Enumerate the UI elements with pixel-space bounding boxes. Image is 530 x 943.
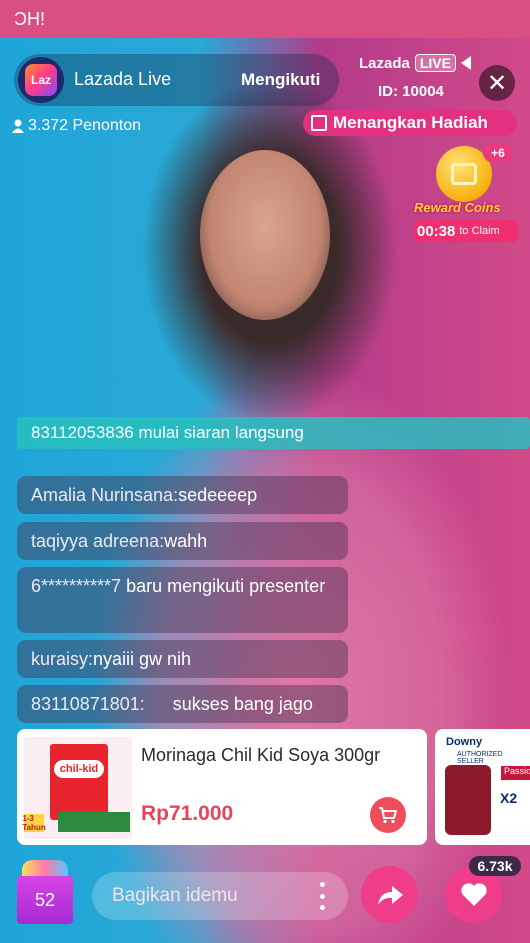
- chat-message: taqiyya adreena: wahh: [17, 522, 348, 560]
- chat-user: taqiyya adreena:: [31, 530, 165, 551]
- product2-brand: Downy: [446, 736, 483, 748]
- comment-input[interactable]: Bagikan idemu: [92, 872, 348, 920]
- claim-time: 00:38: [417, 222, 456, 240]
- viewer-count-text: 3.372 Penonton: [28, 117, 141, 134]
- chat-message: 6**********7 baru mengikuti presenter: [17, 567, 348, 633]
- brand-label: Lazada LIVE: [359, 54, 471, 72]
- lazada-logo-icon: Laz: [25, 64, 57, 96]
- prize-label: Menangkan Hadiah: [333, 113, 488, 132]
- product2-image: [445, 765, 491, 835]
- more-options-icon[interactable]: [318, 882, 326, 910]
- reward-title: Reward Coins: [414, 200, 501, 215]
- chat-message: kuraisy: nyaiii gw nih: [17, 640, 348, 678]
- cart-icon: [379, 807, 397, 824]
- chat-text: sukses bang jago: [172, 693, 313, 714]
- product2-qty: X2: [500, 790, 518, 806]
- claim-timer[interactable]: 00:38 to Claim: [414, 220, 518, 242]
- camera-icon: [460, 56, 471, 70]
- chat-user: kuraisy:: [31, 648, 94, 669]
- like-count: 6.73k: [469, 856, 521, 876]
- product-age-badge: 1-3 Tahun: [22, 814, 46, 832]
- gift-icon: [311, 115, 327, 131]
- logo-text: Laz: [30, 73, 51, 87]
- chat-text: wahh: [164, 530, 208, 551]
- chat-user: 83110871801:: [31, 693, 145, 714]
- viewer-count: 3.372 Penonton: [12, 117, 141, 135]
- product-box-band: [58, 812, 130, 832]
- follow-button[interactable]: Mengikuti: [241, 70, 320, 90]
- brand-name: Lazada: [359, 54, 410, 72]
- chat-text: nyaiii gw nih: [93, 648, 192, 669]
- product2-sub: AUTHORIZED SELLER: [457, 751, 503, 765]
- host-name[interactable]: Lazada Live: [74, 69, 171, 90]
- chat-message: Amalia Nurinsana: sedeeeep: [17, 476, 348, 514]
- stream-id: ID: 10004: [378, 83, 444, 100]
- prize-button[interactable]: Menangkan Hadiah: [303, 110, 517, 136]
- heart-icon: [460, 883, 487, 906]
- chat-user: Amalia Nurinsana:: [31, 484, 179, 505]
- close-icon: ✕: [486, 69, 508, 97]
- product-title[interactable]: Morinaga Chil Kid Soya 300gr: [141, 745, 380, 766]
- claim-text: to Claim: [459, 225, 500, 237]
- presenter-video: [200, 150, 330, 320]
- share-icon: [377, 885, 403, 905]
- close-button[interactable]: ✕: [479, 65, 515, 101]
- product-box-image: chil-kid: [50, 744, 108, 820]
- product-price: Rp71.000: [141, 802, 234, 825]
- host-avatar[interactable]: Laz: [18, 57, 64, 103]
- status-text: ϽH!: [14, 9, 45, 29]
- add-to-cart-button[interactable]: [370, 797, 406, 833]
- product-box-label: chil-kid: [54, 760, 104, 778]
- chat-text: sedeeeep: [178, 484, 258, 505]
- share-button[interactable]: [361, 866, 418, 923]
- chat-message: 83110871801: sukses bang jago: [17, 685, 348, 723]
- chat-user: 6**********7: [31, 576, 122, 596]
- chat-text: baru mengikuti presenter: [121, 576, 326, 596]
- status-bar: ϽH!: [0, 0, 530, 38]
- product2-tag: Passio: [501, 766, 530, 780]
- reward-plus-badge: +6: [483, 144, 513, 162]
- person-icon: [12, 119, 24, 133]
- bag-count: 52: [34, 890, 56, 910]
- live-badge: LIVE: [414, 54, 456, 72]
- system-banner: 83112053836 mulai siaran langsung: [17, 417, 530, 449]
- comment-placeholder: Bagikan idemu: [112, 885, 238, 906]
